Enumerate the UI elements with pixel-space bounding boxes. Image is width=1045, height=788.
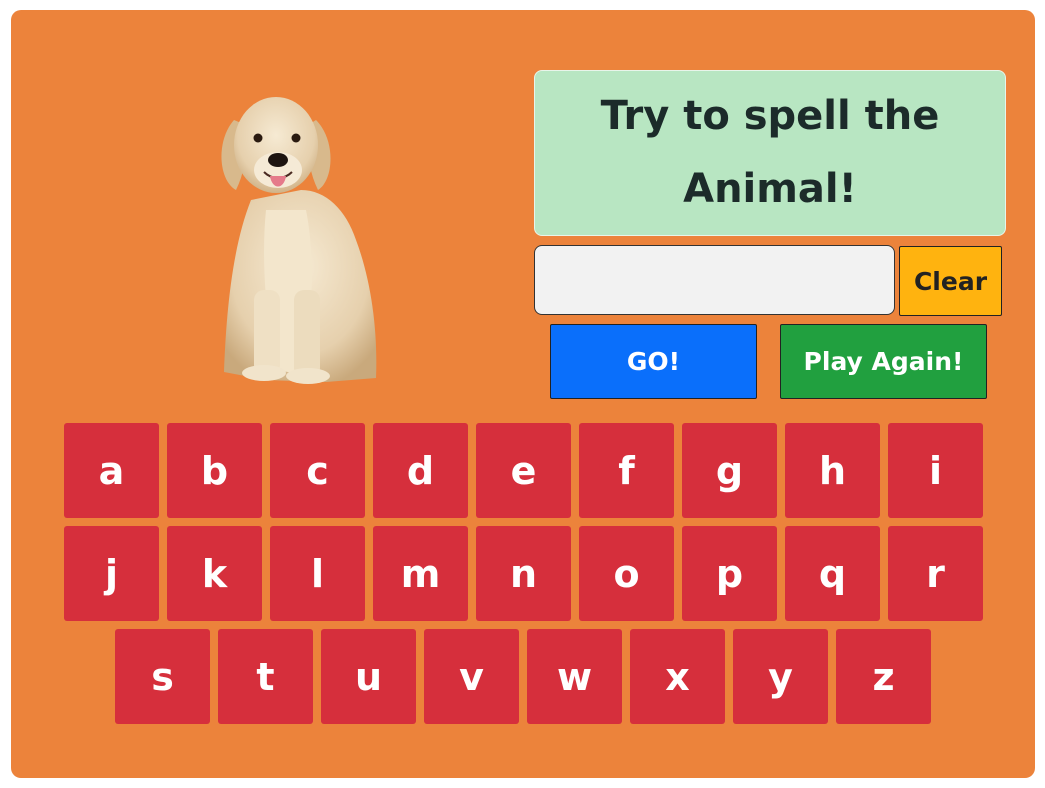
key-v[interactable]: v [424, 629, 519, 724]
answer-input[interactable] [534, 245, 895, 315]
key-d[interactable]: d [373, 423, 468, 518]
key-e[interactable]: e [476, 423, 571, 518]
game-board: Try to spell the Animal! Clear GO! Play … [11, 10, 1035, 778]
play-again-button[interactable]: Play Again! [780, 324, 987, 399]
key-m[interactable]: m [373, 526, 468, 621]
key-s[interactable]: s [115, 629, 210, 724]
go-button[interactable]: GO! [550, 324, 757, 399]
key-h[interactable]: h [785, 423, 880, 518]
key-p[interactable]: p [682, 526, 777, 621]
key-b[interactable]: b [167, 423, 262, 518]
key-l[interactable]: l [270, 526, 365, 621]
key-f[interactable]: f [579, 423, 674, 518]
dog-image [221, 97, 377, 384]
key-j[interactable]: j [64, 526, 159, 621]
key-n[interactable]: n [476, 526, 571, 621]
key-r[interactable]: r [888, 526, 983, 621]
prompt-text: Try to spell the Animal! [534, 70, 1006, 236]
clear-button[interactable]: Clear [899, 246, 1002, 316]
key-g[interactable]: g [682, 423, 777, 518]
key-u[interactable]: u [321, 629, 416, 724]
key-t[interactable]: t [218, 629, 313, 724]
key-o[interactable]: o [579, 526, 674, 621]
key-x[interactable]: x [630, 629, 725, 724]
key-y[interactable]: y [733, 629, 828, 724]
key-i[interactable]: i [888, 423, 983, 518]
key-c[interactable]: c [270, 423, 365, 518]
key-w[interactable]: w [527, 629, 622, 724]
key-q[interactable]: q [785, 526, 880, 621]
key-a[interactable]: a [64, 423, 159, 518]
key-k[interactable]: k [167, 526, 262, 621]
key-z[interactable]: z [836, 629, 931, 724]
